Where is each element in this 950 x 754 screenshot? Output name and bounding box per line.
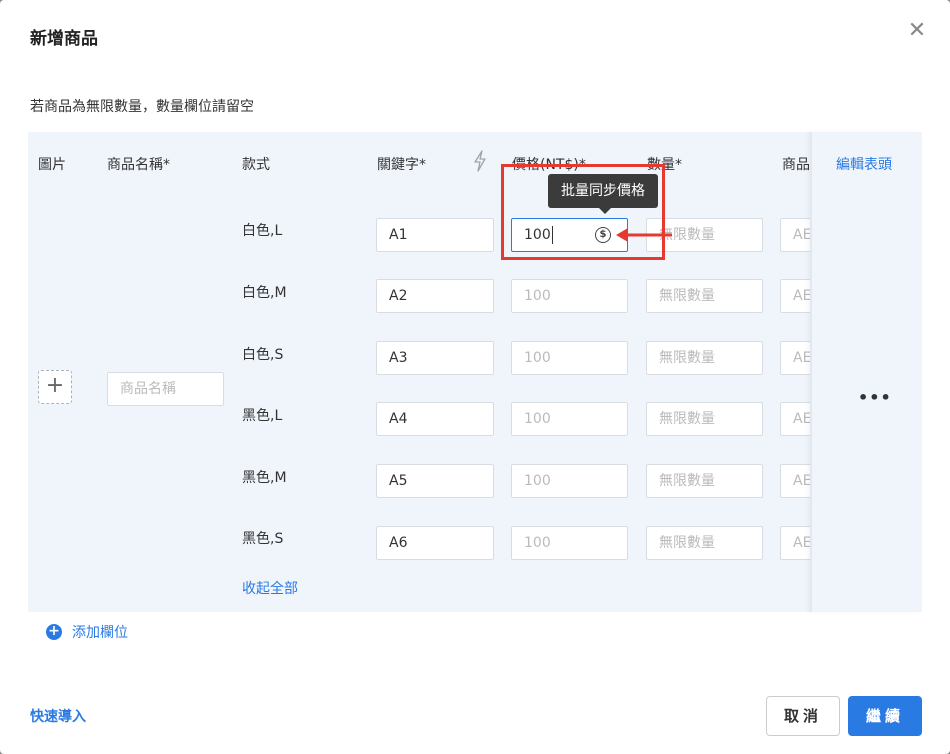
add-image-button[interactable]: + [38,370,72,404]
price-input[interactable]: 100 [511,464,628,498]
col-header-image: 圖片 [38,157,66,173]
dialog-title: 新增商品 [30,29,98,49]
product-cut-input[interactable]: AE [780,402,810,436]
cancel-button[interactable]: 取消 [766,696,840,736]
close-icon[interactable]: ✕ [906,20,928,42]
collapse-all-link[interactable]: 收起全部 [242,578,298,598]
variant-label: 黑色,L [242,408,283,424]
price-input[interactable]: 100 [511,279,628,313]
col-header-keyword: 關鍵字* [377,157,426,173]
add-field-button[interactable]: + 添加欄位 [46,622,128,642]
keyword-input[interactable]: A5 [376,464,494,498]
fixed-action-column: 編輯表頭 ••• [810,132,922,612]
product-cut-input[interactable]: AE [780,464,810,498]
quantity-hint: 若商品為無限數量，數量欄位請留空 [30,99,254,115]
add-product-dialog: 新增商品 ✕ 若商品為無限數量，數量欄位請留空 圖片 商品名稱* 款式 關鍵字*… [0,0,950,754]
quantity-input[interactable]: 無限數量 [646,402,763,436]
product-name-input[interactable]: 商品名稱 [107,372,224,406]
product-cut-input[interactable]: AE [780,341,810,375]
quantity-input[interactable]: 無限數量 [646,218,763,252]
edit-header-link[interactable]: 編輯表頭 [836,154,892,174]
variant-label: 黑色,M [242,470,287,486]
product-cut-input[interactable]: AE [780,526,810,560]
price-value: 100 [524,227,551,243]
keyword-input[interactable]: A6 [376,526,494,560]
variant-label: 黑色,S [242,531,284,547]
col-header-price: 價格(NT$)* [512,157,586,173]
variant-label: 白色,M [242,285,287,301]
col-header-name: 商品名稱* [107,157,170,173]
keyword-input[interactable]: A2 [376,279,494,313]
price-input-focused[interactable]: 100 $ [511,218,628,252]
product-table: 圖片 商品名稱* 款式 關鍵字* 價格(NT$)* 數量* 商品 + 商品名稱 … [28,132,922,612]
product-cut-input[interactable]: AE [780,218,810,252]
quantity-input[interactable]: 無限數量 [646,464,763,498]
keyword-input[interactable]: A4 [376,402,494,436]
more-options-icon[interactable]: ••• [858,388,892,407]
batch-sync-price-tooltip: 批量同步價格 [548,174,658,214]
quantity-input[interactable]: 無限數量 [646,526,763,560]
quick-import-link[interactable]: 快速導入 [30,706,86,726]
continue-button[interactable]: 繼續 [848,696,922,736]
quantity-input[interactable]: 無限數量 [646,341,763,375]
keyword-input[interactable]: A3 [376,341,494,375]
add-field-label: 添加欄位 [72,625,128,641]
text-caret [551,226,553,244]
price-input[interactable]: 100 [511,341,628,375]
quantity-input[interactable]: 無限數量 [646,279,763,313]
variant-label: 白色,L [242,223,283,239]
dollar-coin-icon[interactable]: $ [595,227,611,243]
col-header-variant: 款式 [242,157,270,173]
price-input[interactable]: 100 [511,526,628,560]
bolt-icon[interactable] [472,150,488,172]
plus-icon: + [46,624,62,640]
price-input[interactable]: 100 [511,402,628,436]
col-header-quantity: 數量* [647,157,682,173]
variant-label: 白色,S [242,347,284,363]
keyword-input[interactable]: A1 [376,218,494,252]
col-header-product-cut: 商品 [782,157,810,173]
product-cut-input[interactable]: AE [780,279,810,313]
